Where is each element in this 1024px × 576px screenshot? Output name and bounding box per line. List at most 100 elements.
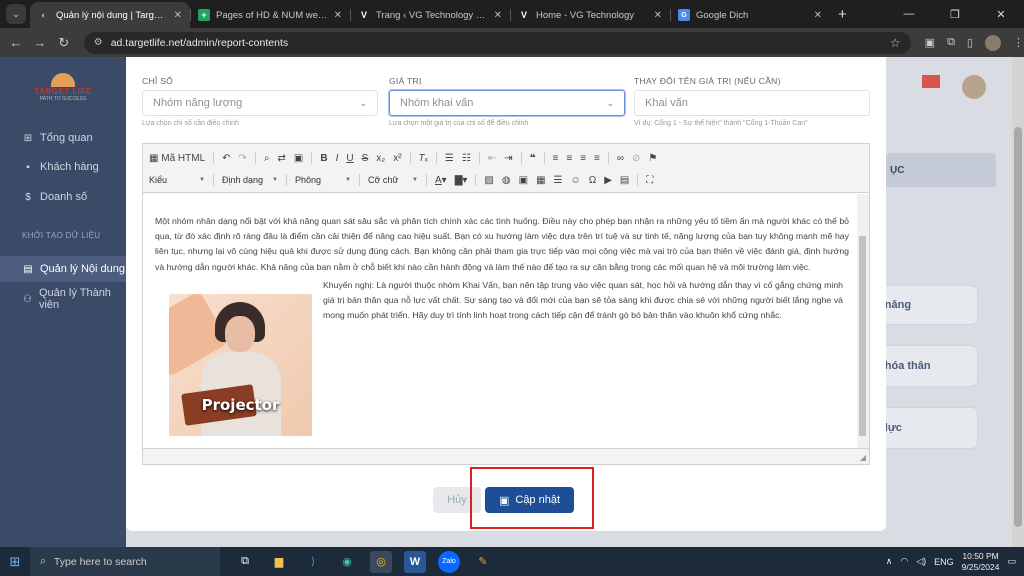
bookmark-star-icon[interactable]: ☆ (890, 36, 901, 50)
network-icon[interactable]: ◠ (900, 556, 908, 567)
reload-icon[interactable]: ↻ (52, 35, 76, 51)
puzzle-icon[interactable]: ⧉ (947, 36, 955, 49)
replace-icon[interactable]: ⇄ (278, 153, 286, 164)
anchor-flag-icon[interactable]: ⚑ (648, 153, 657, 164)
paint-icon[interactable]: ✎ (472, 551, 494, 573)
remove-format-icon[interactable]: Tₓ (419, 153, 428, 164)
vietnam-flag-icon[interactable] (922, 75, 940, 88)
blockquote-icon[interactable]: ❝ (530, 153, 536, 164)
flash-icon[interactable]: ▣ (519, 175, 528, 186)
resize-grip-icon[interactable]: ◢ (860, 453, 866, 462)
minimize-icon[interactable]: — (886, 8, 932, 28)
close-tab-icon[interactable]: ✕ (494, 10, 502, 21)
iframe-icon[interactable]: ▶ (604, 175, 612, 186)
image-icon[interactable]: ▨ (484, 175, 493, 186)
close-tab-icon[interactable]: ✕ (814, 10, 822, 21)
find-icon[interactable]: ⌕ (264, 153, 270, 164)
browser-tab-3[interactable]: V Trang ‹ VG Technology — Word ✕ (350, 2, 510, 28)
word-icon[interactable]: W (404, 550, 426, 573)
size-dropdown[interactable]: Cỡ chữ ▼ (368, 175, 418, 185)
vscode-icon[interactable]: ⟩ (302, 551, 324, 573)
redo-icon[interactable]: ↷ (239, 153, 247, 164)
site-info-icon[interactable]: ⚙ (94, 37, 103, 48)
italic-icon[interactable]: I (336, 153, 339, 164)
format-dropdown[interactable]: Định dạng ▼ (222, 175, 278, 185)
indent-icon[interactable]: ⇥ (504, 153, 512, 164)
sidebar-item-overview[interactable]: ⊞ Tổng quan (0, 125, 126, 151)
chevron-up-icon[interactable]: ∧ (886, 556, 893, 567)
special-char-icon[interactable]: Ω (589, 175, 596, 186)
horizontal-line-icon[interactable]: ☰ (554, 175, 563, 186)
split-icon[interactable]: ▯ (967, 36, 973, 49)
editor-content[interactable]: Một nhóm nhân dạng nổi bật với khả năng … (143, 194, 859, 449)
taskbar-search[interactable]: ⌕ Type here to search (30, 547, 220, 576)
text-color-icon[interactable]: A▾ (435, 175, 447, 186)
windows-start-icon[interactable]: ⊞ (0, 554, 30, 570)
strikethrough-icon[interactable]: S (362, 153, 369, 164)
page-scrollbar-thumb[interactable] (1014, 127, 1022, 527)
user-avatar[interactable] (962, 75, 986, 99)
edge-icon[interactable]: ◉ (336, 551, 358, 573)
unlink-icon[interactable]: ⊘ (632, 153, 640, 164)
background-color-icon[interactable]: ▇▾ (455, 175, 468, 186)
page-break-icon[interactable]: ▤ (620, 175, 629, 186)
volume-icon[interactable]: ◁) (916, 556, 926, 567)
link-icon[interactable]: ∞ (617, 153, 624, 164)
select-all-icon[interactable]: ▣ (294, 153, 303, 164)
table-icon[interactable]: ▦ (536, 175, 545, 186)
file-explorer-icon[interactable]: ▆ (268, 551, 290, 573)
chrome-icon[interactable]: ◎ (370, 550, 392, 573)
align-left-icon[interactable]: ≡ (553, 153, 559, 164)
maximize-icon[interactable]: ⛶ (646, 175, 653, 186)
value-select[interactable]: Nhóm khai vấn ⌄ (389, 90, 625, 116)
font-dropdown[interactable]: Phông ▼ (295, 175, 351, 185)
menu-dots-icon[interactable]: ⋮ (1013, 36, 1024, 49)
extension-icon[interactable]: ▣ (925, 36, 935, 49)
sidebar-item-customers[interactable]: ▪ Khách hàng (0, 154, 126, 180)
target-life-logo[interactable]: TARGET LIFE PATH TO SUCCESS (22, 73, 104, 115)
clock[interactable]: 10:50 PM 9/25/2024 (962, 551, 1000, 573)
bullet-list-icon[interactable]: ☷ (462, 153, 471, 164)
sidebar-item-members[interactable]: ⚇ Quản lý Thành viên (0, 286, 126, 312)
smiley-icon[interactable]: ☺ (570, 175, 580, 186)
sidebar-item-sales[interactable]: $ Doanh số (0, 184, 126, 210)
undo-icon[interactable]: ↶ (222, 153, 230, 164)
content-image[interactable]: Projector (169, 294, 312, 436)
back-icon[interactable]: ← (4, 35, 28, 50)
outdent-icon[interactable]: ⇤ (488, 153, 496, 164)
zalo-icon[interactable]: Zalo (438, 550, 460, 573)
page-scrollbar[interactable] (1012, 57, 1024, 547)
close-tab-icon[interactable]: ✕ (174, 10, 182, 21)
align-justify-icon[interactable]: ≡ (594, 153, 600, 164)
styles-dropdown[interactable]: Kiểu ▼ (149, 175, 205, 185)
task-view-icon[interactable]: ⧉ (234, 551, 256, 573)
close-window-icon[interactable]: ✕ (978, 8, 1024, 28)
close-tab-icon[interactable]: ✕ (334, 10, 342, 21)
new-tab-icon[interactable]: + (838, 6, 847, 23)
browser-tab-1[interactable]: ◐ Quản lý nội dung | Target Life ✕ (30, 2, 190, 28)
numbered-list-icon[interactable]: ☰ (445, 153, 454, 164)
close-tab-icon[interactable]: ✕ (654, 10, 662, 21)
subscript-icon[interactable]: x₂ (376, 153, 385, 164)
indicator-select[interactable]: Nhóm năng lượng ⌄ (142, 90, 378, 116)
language-indicator[interactable]: ENG (934, 557, 954, 567)
rename-value-input[interactable]: Khai vấn (634, 90, 870, 116)
browser-tab-5[interactable]: G Google Dịch ✕ (670, 2, 830, 28)
source-button[interactable]: ▦ Mã HTML (149, 153, 205, 164)
sidebar-item-content[interactable]: ▤ Quản lý Nội dung (0, 256, 126, 282)
notification-icon[interactable]: ▭ (1007, 556, 1016, 567)
url-field[interactable]: ⚙ ad.targetlife.net/admin/report-content… (83, 31, 911, 54)
underline-icon[interactable]: U (346, 153, 353, 164)
profile-avatar[interactable] (984, 34, 1001, 51)
editor-scrollbar[interactable] (857, 194, 869, 449)
browser-tab-2[interactable]: + Pages of HD & NUM web - Goo ✕ (190, 2, 350, 28)
bold-icon[interactable]: B (320, 153, 327, 164)
globe-icon[interactable]: ◍ (502, 175, 511, 186)
forward-icon[interactable]: → (28, 35, 52, 50)
align-right-icon[interactable]: ≡ (580, 153, 586, 164)
browser-tab-4[interactable]: V Home - VG Technology ✕ (510, 2, 670, 28)
restore-icon[interactable]: ❐ (932, 8, 978, 28)
editor-scrollbar-thumb[interactable] (859, 236, 866, 436)
align-center-icon[interactable]: ≡ (566, 153, 572, 164)
tab-search-icon[interactable]: ⌄ (6, 4, 26, 24)
